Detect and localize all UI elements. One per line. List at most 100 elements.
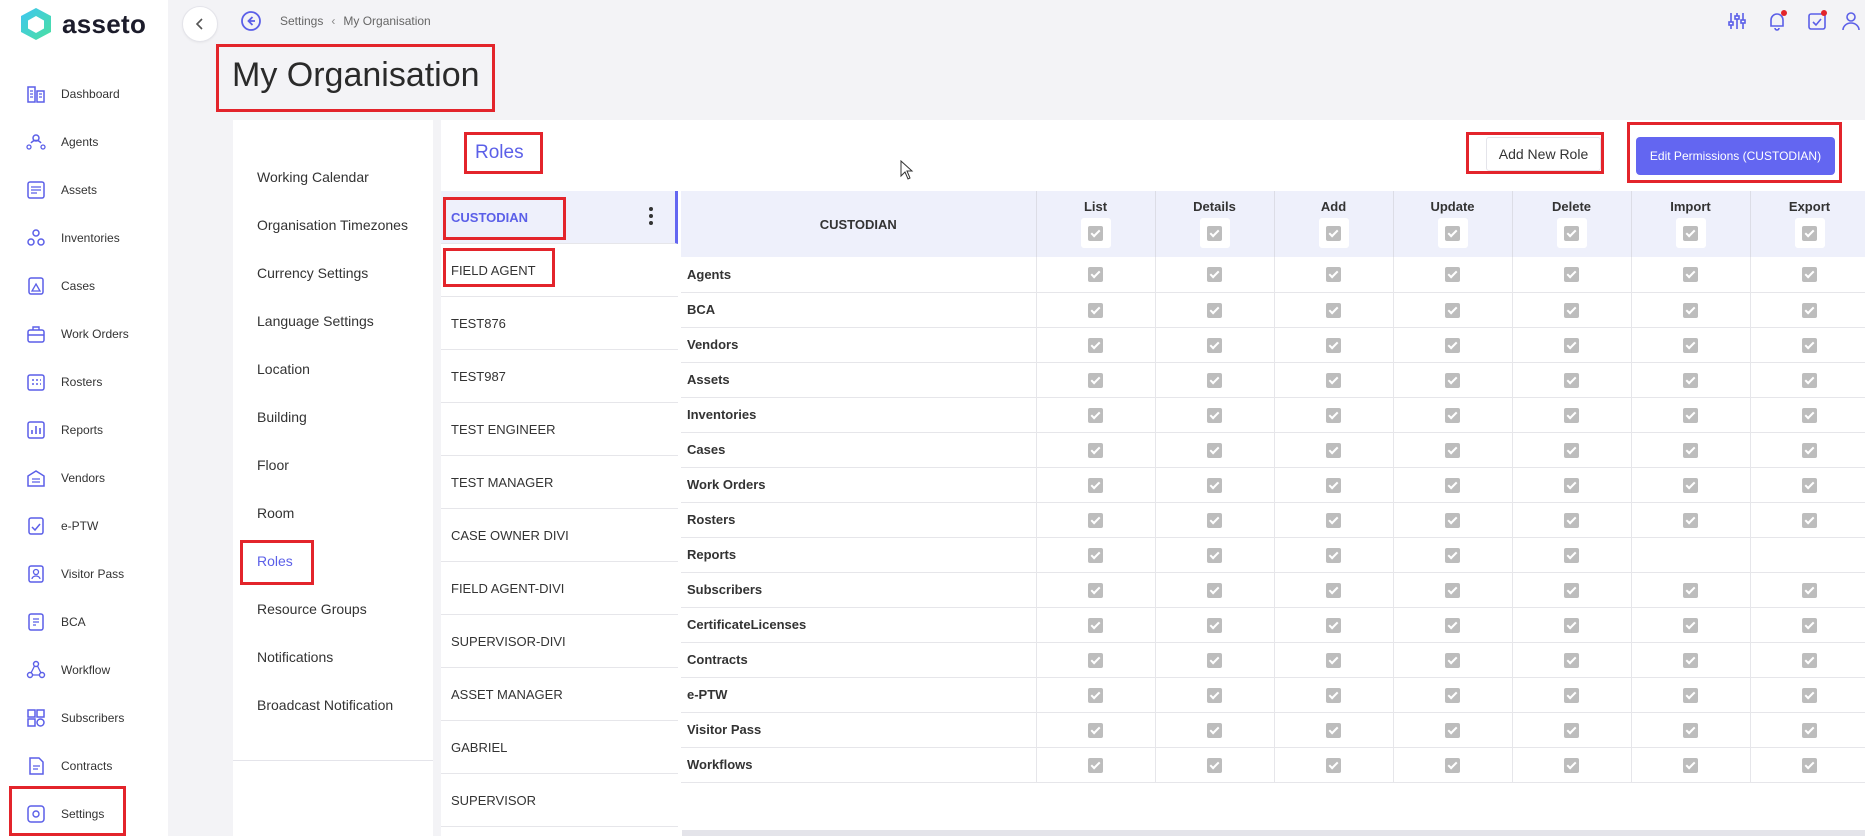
role-item[interactable]: CUSTODIAN bbox=[441, 191, 678, 244]
settings-menu-item-currency-settings[interactable]: Currency Settings bbox=[233, 249, 433, 297]
sidebar-item-cases[interactable]: Cases bbox=[0, 262, 168, 310]
permission-checkbox[interactable] bbox=[1207, 617, 1222, 633]
permission-checkbox[interactable] bbox=[1326, 407, 1341, 423]
settings-menu-item-resource-groups[interactable]: Resource Groups bbox=[233, 585, 433, 633]
permission-checkbox[interactable] bbox=[1207, 582, 1222, 598]
permission-checkbox[interactable] bbox=[1683, 267, 1698, 283]
tasks-button[interactable] bbox=[1797, 8, 1837, 34]
permission-checkbox[interactable] bbox=[1802, 687, 1817, 703]
role-item[interactable]: CASE OWNER DIVI bbox=[441, 509, 678, 562]
permission-checkbox[interactable] bbox=[1802, 512, 1817, 528]
permission-checkbox[interactable] bbox=[1802, 407, 1817, 423]
permission-checkbox[interactable] bbox=[1326, 302, 1341, 318]
permission-checkbox[interactable] bbox=[1445, 442, 1460, 458]
permission-checkbox[interactable] bbox=[1088, 687, 1103, 703]
permission-checkbox[interactable] bbox=[1326, 512, 1341, 528]
select-all-checkbox[interactable] bbox=[1675, 218, 1706, 248]
sidebar-item-workflow[interactable]: Workflow bbox=[0, 646, 168, 694]
filter-settings-button[interactable] bbox=[1717, 8, 1757, 34]
permission-checkbox[interactable] bbox=[1683, 442, 1698, 458]
sidebar-item-subscribers[interactable]: Subscribers bbox=[0, 694, 168, 742]
sidebar-item-inventories[interactable]: Inventories bbox=[0, 214, 168, 262]
sidebar-item-dashboard[interactable]: Dashboard bbox=[0, 70, 168, 118]
permission-checkbox[interactable] bbox=[1207, 757, 1222, 773]
permission-checkbox[interactable] bbox=[1683, 337, 1698, 353]
role-item[interactable]: TEST987 bbox=[441, 350, 678, 403]
permission-checkbox[interactable] bbox=[1326, 372, 1341, 388]
permission-checkbox[interactable] bbox=[1088, 302, 1103, 318]
breadcrumb-parent[interactable]: Settings bbox=[280, 14, 323, 28]
sidebar-item-contracts[interactable]: Contracts bbox=[0, 742, 168, 790]
permission-checkbox[interactable] bbox=[1564, 337, 1579, 353]
role-item[interactable]: SUPERVISOR-DIVI bbox=[441, 615, 678, 668]
permission-checkbox[interactable] bbox=[1326, 582, 1341, 598]
permission-checkbox[interactable] bbox=[1445, 687, 1460, 703]
permission-checkbox[interactable] bbox=[1445, 582, 1460, 598]
profile-button[interactable] bbox=[1837, 8, 1865, 34]
permission-checkbox[interactable] bbox=[1445, 652, 1460, 668]
settings-menu-item-roles[interactable]: Roles bbox=[233, 537, 433, 585]
permission-checkbox[interactable] bbox=[1445, 477, 1460, 493]
permission-checkbox[interactable] bbox=[1683, 477, 1698, 493]
settings-menu-item-floor[interactable]: Floor bbox=[233, 441, 433, 489]
permission-checkbox[interactable] bbox=[1088, 407, 1103, 423]
settings-menu-item-broadcast-notification[interactable]: Broadcast Notification bbox=[233, 681, 433, 729]
permission-checkbox[interactable] bbox=[1802, 617, 1817, 633]
permission-checkbox[interactable] bbox=[1207, 407, 1222, 423]
permission-checkbox[interactable] bbox=[1445, 407, 1460, 423]
permission-checkbox[interactable] bbox=[1564, 302, 1579, 318]
edit-permissions-button[interactable]: Edit Permissions (CUSTODIAN) bbox=[1636, 137, 1835, 175]
permission-checkbox[interactable] bbox=[1207, 687, 1222, 703]
permission-checkbox[interactable] bbox=[1445, 512, 1460, 528]
permission-checkbox[interactable] bbox=[1326, 442, 1341, 458]
permission-checkbox[interactable] bbox=[1683, 407, 1698, 423]
permission-checkbox[interactable] bbox=[1326, 722, 1341, 738]
sidebar-item-vendors[interactable]: Vendors bbox=[0, 454, 168, 502]
permission-checkbox[interactable] bbox=[1326, 337, 1341, 353]
permission-checkbox[interactable] bbox=[1445, 547, 1460, 563]
sidebar-item-bca[interactable]: BCA bbox=[0, 598, 168, 646]
permission-checkbox[interactable] bbox=[1088, 722, 1103, 738]
permission-checkbox[interactable] bbox=[1445, 757, 1460, 773]
permission-checkbox[interactable] bbox=[1207, 372, 1222, 388]
permission-checkbox[interactable] bbox=[1326, 757, 1341, 773]
permission-checkbox[interactable] bbox=[1326, 687, 1341, 703]
permission-checkbox[interactable] bbox=[1207, 652, 1222, 668]
permission-checkbox[interactable] bbox=[1683, 652, 1698, 668]
permission-checkbox[interactable] bbox=[1564, 652, 1579, 668]
role-item[interactable]: SUPERVISOR bbox=[441, 774, 678, 827]
settings-menu-item-room[interactable]: Room bbox=[233, 489, 433, 537]
role-item[interactable]: TEST MANAGER bbox=[441, 456, 678, 509]
collapse-sidebar-button[interactable] bbox=[182, 6, 218, 42]
sidebar-item-visitor-pass[interactable]: Visitor Pass bbox=[0, 550, 168, 598]
permission-checkbox[interactable] bbox=[1207, 477, 1222, 493]
permission-checkbox[interactable] bbox=[1802, 477, 1817, 493]
permission-checkbox[interactable] bbox=[1564, 547, 1579, 563]
permission-checkbox[interactable] bbox=[1207, 442, 1222, 458]
permission-checkbox[interactable] bbox=[1564, 372, 1579, 388]
sidebar-item-agents[interactable]: Agents bbox=[0, 118, 168, 166]
role-item[interactable]: FIELD AGENT-DIVI bbox=[441, 562, 678, 615]
permission-checkbox[interactable] bbox=[1802, 442, 1817, 458]
sidebar-item-settings[interactable]: Settings bbox=[0, 790, 168, 836]
sidebar-item-rosters[interactable]: Rosters bbox=[0, 358, 168, 406]
select-all-checkbox[interactable] bbox=[1080, 218, 1111, 248]
add-new-role-button[interactable]: Add New Role bbox=[1486, 137, 1601, 171]
permission-checkbox[interactable] bbox=[1802, 337, 1817, 353]
permission-checkbox[interactable] bbox=[1802, 267, 1817, 283]
permission-checkbox[interactable] bbox=[1683, 687, 1698, 703]
permission-checkbox[interactable] bbox=[1445, 302, 1460, 318]
permission-checkbox[interactable] bbox=[1802, 652, 1817, 668]
permission-checkbox[interactable] bbox=[1207, 337, 1222, 353]
permission-checkbox[interactable] bbox=[1683, 372, 1698, 388]
permission-checkbox[interactable] bbox=[1564, 687, 1579, 703]
select-all-checkbox[interactable] bbox=[1199, 218, 1230, 248]
permission-checkbox[interactable] bbox=[1564, 582, 1579, 598]
role-item[interactable]: ASSET MANAGER bbox=[441, 668, 678, 721]
select-all-checkbox[interactable] bbox=[1437, 218, 1468, 248]
role-item[interactable]: TEST876 bbox=[441, 297, 678, 350]
permission-checkbox[interactable] bbox=[1088, 652, 1103, 668]
permission-checkbox[interactable] bbox=[1564, 477, 1579, 493]
horizontal-scrollbar[interactable] bbox=[682, 830, 1865, 836]
role-item[interactable]: TEST ENGINEER bbox=[441, 403, 678, 456]
